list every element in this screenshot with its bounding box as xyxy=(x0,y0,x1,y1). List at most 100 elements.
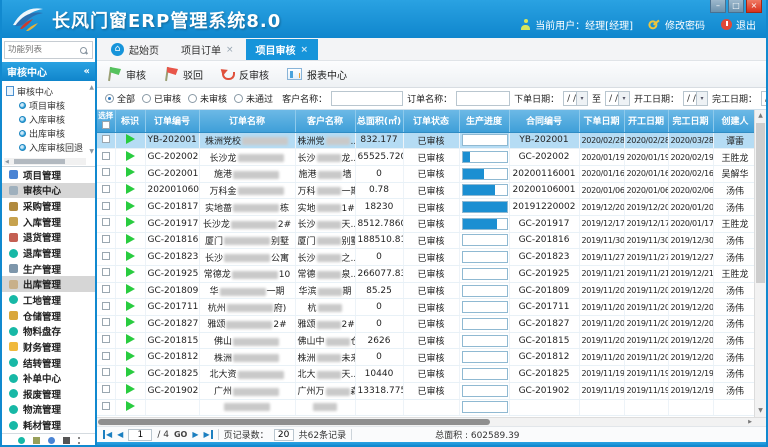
scroll-right-icon[interactable]: ▶ xyxy=(748,418,752,426)
sidebar-menu-item[interactable]: 财务管理 xyxy=(2,339,95,355)
change-password-button[interactable]: 修改密码 xyxy=(649,17,705,32)
row-checkbox[interactable] xyxy=(102,185,110,193)
tree-scroll-down-icon[interactable]: ▼ xyxy=(89,148,94,155)
table-row[interactable]: GC-201827 雅颂2# 雅颂2# 0 已审核 GC-201827 2019… xyxy=(97,316,757,333)
tree-item[interactable]: 入库审核回退 xyxy=(6,140,85,154)
scroll-thumb[interactable] xyxy=(14,159,65,164)
tree-item[interactable]: 项目审核 xyxy=(6,98,85,112)
radio-icon[interactable] xyxy=(105,94,114,103)
radio-icon[interactable] xyxy=(234,94,243,103)
vertical-scrollbar[interactable]: ▲ ▼ xyxy=(754,110,766,417)
table-row[interactable]: GC-202001 施港 施港墙 0 已审核 20200116001 2020/… xyxy=(97,165,757,182)
table-row[interactable]: GC-201812 株洲 株洲未来 0 已审核 GC-201812 2019/1… xyxy=(97,349,757,366)
logout-button[interactable]: 退出 xyxy=(721,17,756,32)
sidebar-menu-item[interactable]: 退库管理 xyxy=(2,245,95,261)
column-header[interactable]: 下单日期 xyxy=(579,110,624,132)
toolbar-button[interactable]: 报表中心 xyxy=(287,67,347,82)
table-row[interactable]: GC-201711 杭州府) 杭 0 已审核 GC-201711 2019/11… xyxy=(97,299,757,316)
tree-item[interactable]: 出库审核 xyxy=(6,126,85,140)
column-header[interactable]: 总面积(㎡) xyxy=(355,110,403,132)
status-filter-radio[interactable]: 未审核 xyxy=(188,92,227,105)
tree-root[interactable]: 审核中心 xyxy=(6,84,85,98)
row-checkbox[interactable] xyxy=(102,285,110,293)
column-header[interactable]: 生产进度 xyxy=(459,110,509,132)
sidebar-menu-item[interactable]: 采购管理 xyxy=(2,198,95,214)
search-input[interactable] xyxy=(5,45,79,55)
start-date-picker[interactable]: / / ▾ xyxy=(683,91,708,106)
row-checkbox[interactable] xyxy=(102,302,110,310)
row-checkbox[interactable] xyxy=(102,268,110,276)
status-filter-radio[interactable]: 全部 xyxy=(105,92,135,105)
scroll-left-icon[interactable]: ◀ xyxy=(4,159,10,165)
scroll-up-icon[interactable]: ▲ xyxy=(755,110,766,122)
toolbar-button[interactable]: 驳回 xyxy=(164,67,203,82)
tab-close-icon[interactable]: × xyxy=(226,45,234,55)
sidebar-menu-item[interactable]: 结转管理 xyxy=(2,355,95,371)
row-checkbox[interactable] xyxy=(102,402,110,410)
sidebar-menu-item[interactable]: 出库管理 xyxy=(2,276,95,292)
sidebar-menu-item[interactable]: 报废管理 xyxy=(2,386,95,402)
table-row[interactable]: GC-201902 广州 广州万森林 13318.775 已审核 GC-2019… xyxy=(97,382,757,399)
column-header[interactable]: 订单编号 xyxy=(145,110,199,132)
dropdown-icon[interactable]: ▾ xyxy=(576,92,587,105)
column-header[interactable]: 创建人 xyxy=(713,110,757,132)
status-filter-radio[interactable]: 已审核 xyxy=(142,92,181,105)
row-checkbox[interactable] xyxy=(102,135,110,143)
row-checkbox[interactable] xyxy=(102,335,110,343)
page-number-input[interactable] xyxy=(128,429,152,441)
toolbar-button[interactable]: 反审核 xyxy=(221,67,269,82)
table-row[interactable] xyxy=(97,399,757,416)
column-header[interactable]: 客户名称 xyxy=(295,110,355,132)
sidebar-menu-item[interactable]: 补单中心 xyxy=(2,370,95,386)
pen-icon[interactable] xyxy=(48,437,55,444)
row-checkbox[interactable] xyxy=(102,235,110,243)
dropdown-icon[interactable]: ▾ xyxy=(696,92,707,105)
table-row[interactable]: GC-201815 佛山 佛山中仓库 2626 已审核 GC-201815 20… xyxy=(97,332,757,349)
order-date-to-picker[interactable]: / / ▾ xyxy=(605,91,630,106)
scroll-down-icon[interactable]: ▼ xyxy=(755,405,766,417)
row-checkbox[interactable] xyxy=(102,202,110,210)
sidebar-menu-item[interactable]: 项目管理 xyxy=(2,167,95,183)
dropdown-icon[interactable]: ▾ xyxy=(618,92,629,105)
order-date-from-picker[interactable]: / / ▾ xyxy=(563,91,588,106)
tab-close-icon[interactable]: × xyxy=(301,45,309,55)
sidebar-menu-item[interactable]: 物流管理 xyxy=(2,402,95,418)
row-checkbox[interactable] xyxy=(102,385,110,393)
row-checkbox[interactable] xyxy=(102,218,110,226)
go-button[interactable]: GO xyxy=(174,430,187,439)
user-icon[interactable] xyxy=(63,437,70,444)
sidebar-menu-item[interactable]: 工地管理 xyxy=(2,292,95,308)
table-row[interactable]: YB-202001 株洲党校 株洲党.. 832.177 已审核 YB-2020… xyxy=(97,132,757,149)
column-header[interactable]: 标识 xyxy=(115,110,145,132)
column-header[interactable]: 开工日期 xyxy=(624,110,668,132)
table-row[interactable]: GC-201917 长沙龙2# 长沙天.. 8512.78600.. 已审核 G… xyxy=(97,215,757,232)
column-header[interactable]: 订单状态 xyxy=(403,110,459,132)
table-row[interactable]: GC-201809 华一期 华滨期 85.25 已审核 GC-201809 20… xyxy=(97,282,757,299)
order-name-input[interactable] xyxy=(456,91,510,106)
row-checkbox[interactable] xyxy=(102,368,110,376)
sidebar-menu-item[interactable]: 仓储管理 xyxy=(2,308,95,324)
radio-icon[interactable] xyxy=(142,94,151,103)
table-row[interactable]: GC-201925 常德龙10 常德泉.. 266077.835.. 已审核 G… xyxy=(97,266,757,283)
first-page-button[interactable]: ◀ xyxy=(103,430,112,439)
sidebar-menu-item[interactable]: 耗材管理 xyxy=(2,417,95,433)
maximize-button[interactable]: □ xyxy=(728,0,744,13)
tree-item[interactable]: 入库审核 xyxy=(6,112,85,126)
column-header[interactable]: 订单名称 xyxy=(199,110,295,132)
scroll-thumb[interactable] xyxy=(98,419,490,425)
cart-icon[interactable] xyxy=(33,437,40,444)
select-all-checkbox[interactable] xyxy=(102,121,110,129)
tree-scroll-up-icon[interactable]: ▲ xyxy=(89,84,94,91)
row-checkbox[interactable] xyxy=(102,168,110,176)
close-button[interactable]: × xyxy=(746,0,762,13)
page-size-input[interactable] xyxy=(274,429,294,441)
row-checkbox[interactable] xyxy=(102,252,110,260)
tree-h-scrollbar[interactable]: ◀ xyxy=(4,158,86,165)
dot-teal-icon[interactable] xyxy=(18,437,25,444)
sidebar-menu-item[interactable]: 审核中心 xyxy=(2,183,95,199)
sidebar-menu-item[interactable]: 生产管理 xyxy=(2,261,95,277)
table-row[interactable]: GC-202002 长沙龙 长沙龙.. 65525.7200.. 已审核 GC-… xyxy=(97,149,757,166)
row-checkbox[interactable] xyxy=(102,152,110,160)
minimize-button[interactable]: – xyxy=(710,0,726,13)
column-header[interactable]: 完工日期 xyxy=(668,110,713,132)
